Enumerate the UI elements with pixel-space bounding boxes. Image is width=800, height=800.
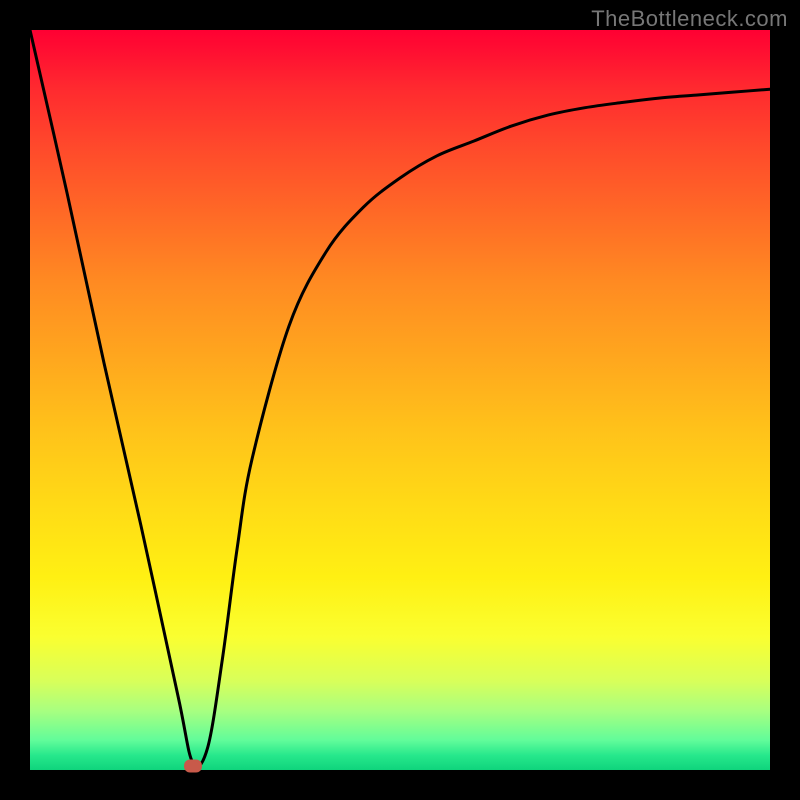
chart-frame: TheBottleneck.com <box>0 0 800 800</box>
watermark-text: TheBottleneck.com <box>591 6 788 32</box>
bottleneck-curve <box>30 30 770 770</box>
curve-path <box>30 30 770 766</box>
optimal-point-marker <box>184 760 202 773</box>
plot-area <box>30 30 770 770</box>
